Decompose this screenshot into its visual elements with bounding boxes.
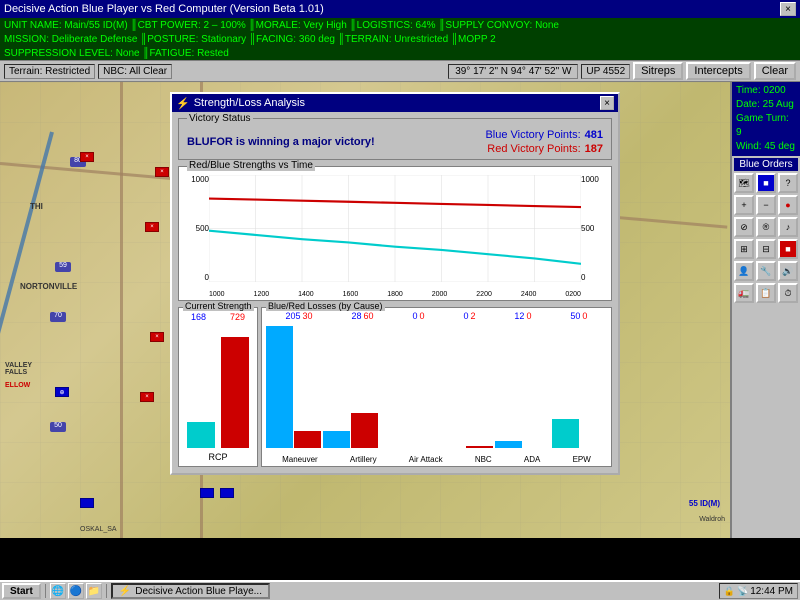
ada-x-label: ADA: [524, 455, 540, 464]
y-label-bot-left: 0: [181, 273, 209, 282]
order-btn-2[interactable]: ■: [756, 173, 776, 193]
orders-panel: Blue Orders 🗺 ■ ? + − ● ⊘ ® ♪ ⊞ ⊟ ■: [732, 156, 800, 538]
window-close-button[interactable]: ×: [780, 2, 796, 16]
orders-title: Blue Orders: [734, 158, 798, 171]
y-label-mid-right: 500: [581, 224, 609, 233]
quicklaunch-browser-icon[interactable]: 🔵: [68, 583, 84, 599]
order-btn-6[interactable]: ●: [778, 195, 798, 215]
suppression-bar: SUPPRESSION LEVEL: None ║FATIGUE: Rested: [0, 46, 800, 60]
strength-dialog-content: Victory Status BLUFOR is winning a major…: [172, 112, 618, 473]
y-label-top-right: 1000: [581, 175, 609, 184]
order-btn-13[interactable]: 👤: [734, 261, 754, 281]
main-area: THI NORTONVILLE VALLEYFALLS ELLOW 80 59 …: [0, 82, 800, 538]
y-label-top-left: 1000: [181, 175, 209, 184]
order-btn-12[interactable]: ■: [778, 239, 798, 259]
order-btn-17[interactable]: 📋: [756, 283, 776, 303]
order-btn-4[interactable]: +: [734, 195, 754, 215]
air-attack-blue-val: 0: [412, 311, 417, 321]
clock: 12:44 PM: [750, 586, 793, 597]
losses-label: Blue/Red Losses (by Cause): [266, 301, 385, 311]
tray-icon-2[interactable]: 📡: [737, 586, 748, 597]
blue-vp-label: Blue Victory Points:: [485, 129, 580, 141]
right-sidebar: Time: 0200 Date: 25 Aug Game Turn: 9 Win…: [730, 82, 800, 538]
sitreps-button[interactable]: Sitreps: [633, 62, 683, 80]
wind-display: Wind: 45 deg: [736, 140, 796, 154]
terrain-indicator: Terrain: Restricted: [4, 64, 95, 79]
order-btn-16[interactable]: 🚛: [734, 283, 754, 303]
epw-red-val: 0: [582, 311, 587, 321]
status-bar: UNIT NAME: Main/55 ID(M) ║CBT POWER: 2 –…: [0, 18, 800, 32]
ada-blue-val: 12: [514, 311, 524, 321]
current-strength-label: Current Strength: [183, 301, 254, 311]
strength-dialog-title: Strength/Loss Analysis: [194, 97, 305, 109]
start-button[interactable]: Start: [2, 583, 41, 599]
taskbar: Start 🌐 🔵 📁 ⚡ Decisive Action Blue Playe…: [0, 580, 800, 600]
order-btn-5[interactable]: −: [756, 195, 776, 215]
time-panel: Time: 0200 Date: 25 Aug Game Turn: 9 Win…: [732, 82, 800, 156]
order-btn-3[interactable]: ?: [778, 173, 798, 193]
order-btn-11[interactable]: ⊟: [756, 239, 776, 259]
maneuver-x-label: Maneuver: [282, 455, 318, 464]
order-btn-7[interactable]: ⊘: [734, 217, 754, 237]
artillery-x-label: Artillery: [350, 455, 377, 464]
strength-dialog-title-bar: ⚡ Strength/Loss Analysis ×: [172, 94, 618, 112]
nbc-red-val: 2: [470, 311, 475, 321]
red-vp-value: 187: [585, 143, 603, 155]
blue-strength-value: 168: [191, 312, 206, 322]
air-attack-x-label: Air Attack: [409, 455, 443, 464]
order-btn-9[interactable]: ♪: [778, 217, 798, 237]
title-bar: Decisive Action Blue Player vs Red Compu…: [0, 0, 800, 18]
system-tray: 🔒 📡 12:44 PM: [719, 583, 798, 599]
order-btn-18[interactable]: ⏱: [778, 283, 798, 303]
order-btn-14[interactable]: 🔧: [756, 261, 776, 281]
quicklaunch-folder-icon[interactable]: 📁: [86, 583, 102, 599]
coordinates-display: 39° 17' 2" N 94° 47' 52" W: [448, 64, 578, 79]
date-display: Date: 25 Aug: [736, 98, 796, 112]
ada-red-val: 0: [526, 311, 531, 321]
coord-bar: Terrain: Restricted NBC: All Clear 39° 1…: [0, 60, 800, 82]
red-strength-bar: [221, 337, 249, 448]
window-title: Decisive Action Blue Player vs Red Compu…: [4, 3, 324, 15]
strength-loss-dialog: ⚡ Strength/Loss Analysis × Victory Statu…: [170, 92, 620, 475]
maneuver-blue-val: 205: [285, 311, 300, 321]
quicklaunch-ie-icon[interactable]: 🌐: [50, 583, 66, 599]
time-display: Time: 0200: [736, 84, 796, 98]
chart-section-label: Red/Blue Strengths vs Time: [187, 160, 315, 171]
y-label-mid-left: 500: [181, 224, 209, 233]
air-attack-red-val: 0: [419, 311, 424, 321]
order-btn-8[interactable]: ®: [756, 217, 776, 237]
order-btn-1[interactable]: 🗺: [734, 173, 754, 193]
intercepts-button[interactable]: Intercepts: [686, 62, 750, 80]
rcp-label: RCP: [179, 452, 257, 462]
epw-x-label: EPW: [573, 455, 591, 464]
order-btn-15[interactable]: 🔊: [778, 261, 798, 281]
nbc-x-label: NBC: [475, 455, 492, 464]
mission-bar: MISSION: Deliberate Defense ║POSTURE: St…: [0, 32, 800, 46]
strength-dialog-close-button[interactable]: ×: [600, 96, 614, 110]
red-vp-label: Red Victory Points:: [487, 143, 580, 155]
blue-strength-bar: [187, 422, 215, 448]
tray-icon-1[interactable]: 🔒: [724, 586, 735, 597]
victory-section-label: Victory Status: [187, 113, 253, 124]
up-display: UP 4552: [581, 64, 630, 79]
order-btn-10[interactable]: ⊞: [734, 239, 754, 259]
red-strength-value: 729: [230, 312, 245, 322]
turn-display: Game Turn: 9: [736, 112, 796, 140]
artillery-blue-val: 28: [351, 311, 361, 321]
victory-text: BLUFOR is winning a major victory!: [187, 136, 375, 148]
nbc-blue-val: 0: [463, 311, 468, 321]
y-label-bot-right: 0: [581, 273, 609, 282]
blue-vp-value: 481: [585, 129, 603, 141]
maneuver-red-val: 30: [303, 311, 313, 321]
nbc-indicator: NBC: All Clear: [98, 64, 172, 79]
artillery-red-val: 60: [363, 311, 373, 321]
epw-blue-val: 50: [570, 311, 580, 321]
clear-button[interactable]: Clear: [754, 62, 796, 80]
taskbar-decisive-action-button[interactable]: ⚡ Decisive Action Blue Playe...: [111, 583, 270, 599]
